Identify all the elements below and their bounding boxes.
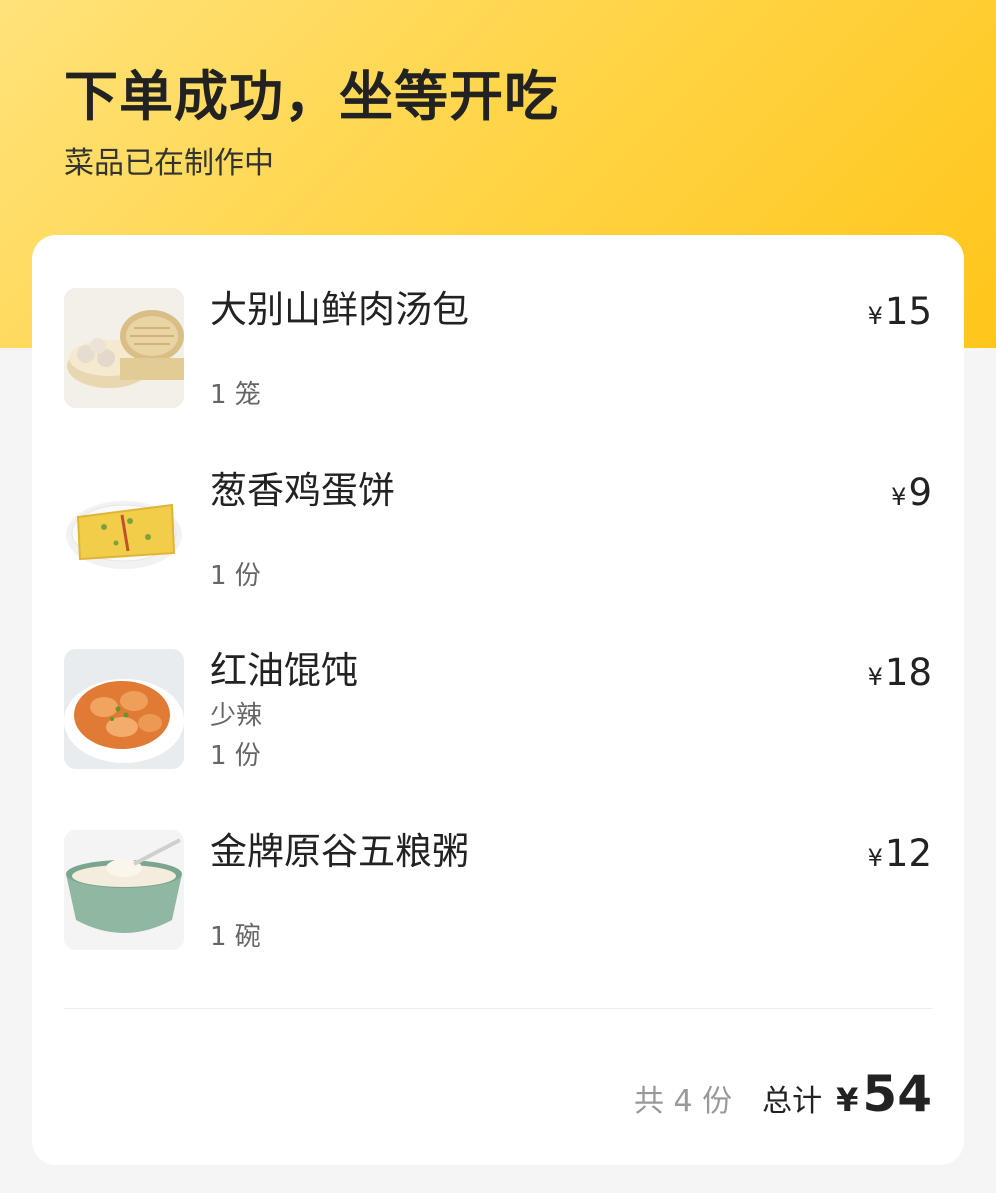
currency-symbol: ¥ <box>867 844 883 872</box>
currency-symbol: ¥ <box>867 302 883 330</box>
item-name: 葱香鸡蛋饼 <box>210 469 395 512</box>
item-count: 共 4 份 <box>633 1084 733 1119</box>
item-price-value: 15 <box>884 290 932 333</box>
currency-symbol: ¥ <box>891 483 907 511</box>
order-item[interactable]: 大别山鲜肉汤包 1 笼 ¥15 <box>64 288 932 410</box>
total-label: 总计 <box>762 1084 823 1119</box>
item-quantity: 1 份 <box>210 561 261 591</box>
item-name: 红油馄饨 <box>210 649 358 692</box>
chili-oil-wonton-image <box>64 649 184 769</box>
egg-pancake-image <box>64 469 184 589</box>
item-price: ¥15 <box>868 290 932 341</box>
page-title: 下单成功，坐等开吃 <box>64 65 559 128</box>
item-price-value: 12 <box>884 832 932 875</box>
grain-porridge-bowl-image <box>64 830 184 950</box>
item-name: 大别山鲜肉汤包 <box>210 288 469 331</box>
item-quantity: 1 笼 <box>210 380 261 410</box>
item-note: 少辣 <box>210 701 263 731</box>
item-price: ¥9 <box>891 471 932 522</box>
currency-symbol: ¥ <box>867 663 883 691</box>
item-price-value: 18 <box>884 651 932 694</box>
order-item[interactable]: 金牌原谷五粮粥 1 碗 ¥12 <box>64 830 932 952</box>
item-name: 金牌原谷五粮粥 <box>210 830 469 873</box>
page-subtitle: 菜品已在制作中 <box>64 146 274 181</box>
item-price-value: 9 <box>908 471 932 514</box>
order-card: 大别山鲜肉汤包 1 笼 ¥15 葱香鸡蛋饼 1 份 ¥9 红油馄饨 少辣 1 份… <box>32 235 964 1165</box>
item-quantity: 1 碗 <box>210 922 261 952</box>
order-summary: 共 4 份 总计 ¥ 54 <box>634 1065 932 1125</box>
total-amount: 54 <box>862 1065 932 1123</box>
soup-dumplings-steamer-image <box>64 288 184 408</box>
order-item[interactable]: 红油馄饨 少辣 1 份 ¥18 <box>64 649 932 771</box>
item-price: ¥12 <box>868 832 932 883</box>
item-price: ¥18 <box>868 651 932 702</box>
total-currency-symbol: ¥ <box>836 1081 859 1119</box>
item-quantity: 1 份 <box>210 741 261 771</box>
order-item[interactable]: 葱香鸡蛋饼 1 份 ¥9 <box>64 469 932 591</box>
summary-divider <box>64 1008 932 1009</box>
